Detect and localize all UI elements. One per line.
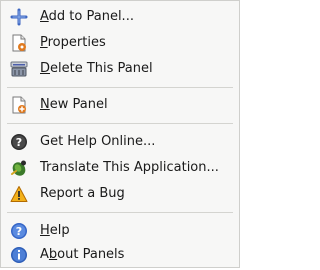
menu-item-add-to-panel[interactable]: Add to Panel... <box>2 5 238 29</box>
menu-item-properties[interactable]: Properties <box>2 31 238 55</box>
menu-item-label: Delete This Panel <box>40 61 153 76</box>
menu-separator <box>7 123 233 124</box>
panel-context-menu: Add to Panel... Properties Delete This P… <box>0 0 240 268</box>
menu-item-delete-panel[interactable]: Delete This Panel <box>2 57 238 81</box>
new-panel-icon <box>10 96 28 114</box>
warning-icon <box>10 185 28 203</box>
menu-separator <box>7 212 233 213</box>
menu-item-label: New Panel <box>40 97 108 112</box>
menu-item-new-panel[interactable]: New Panel <box>2 93 238 117</box>
menu-item-get-help-online[interactable]: ? Get Help Online... <box>2 130 238 154</box>
menu-item-label: Report a Bug <box>40 186 125 201</box>
about-icon <box>10 246 28 264</box>
svg-text:?: ? <box>16 136 22 149</box>
menu-item-label: Get Help Online... <box>40 134 156 149</box>
svg-text:?: ? <box>16 225 22 238</box>
menu-separator <box>7 87 233 88</box>
menu-item-label: Translate This Application... <box>40 160 219 175</box>
menu-item-label: About Panels <box>40 247 125 262</box>
menu-item-report-bug[interactable]: Report a Bug <box>2 182 238 206</box>
menu-item-label: Add to Panel... <box>40 9 134 24</box>
delete-panel-icon <box>10 60 28 78</box>
translate-icon <box>10 159 28 177</box>
menu-item-translate-application[interactable]: Translate This Application... <box>2 156 238 180</box>
plus-icon <box>10 8 28 26</box>
help-icon: ? <box>10 222 28 240</box>
help-online-icon: ? <box>10 133 28 151</box>
properties-icon <box>10 34 28 52</box>
menu-item-about-panels[interactable]: About Panels <box>2 243 238 267</box>
menu-item-label: Help <box>40 223 70 238</box>
menu-item-help[interactable]: ? Help <box>2 219 238 243</box>
menu-item-label: Properties <box>40 35 106 50</box>
